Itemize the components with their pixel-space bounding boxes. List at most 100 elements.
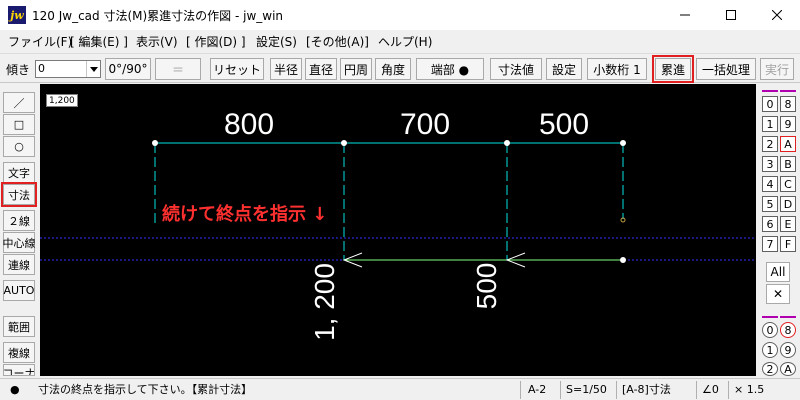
status-message: 寸法の終点を指示して下さい。【累計寸法】 [38, 383, 253, 396]
execute-button[interactable]: 実行 [760, 58, 794, 80]
menu-view[interactable]: 表示(V) [136, 33, 178, 50]
dim-point-1 [152, 140, 158, 146]
close-button[interactable] [754, 0, 800, 30]
layer-7[interactable]: 7 [762, 236, 778, 252]
dim-point-5 [620, 257, 626, 263]
status-layer[interactable]: [A-8]寸法 [622, 381, 671, 399]
angle-button[interactable]: 角度 [375, 58, 411, 80]
dim-text-700: 700 [400, 108, 450, 141]
double-line-tool[interactable]: ２線 [3, 210, 35, 231]
group-1[interactable]: 1 [762, 342, 778, 358]
status-separator [560, 381, 561, 399]
tilt-value: 0 [38, 62, 45, 75]
layer-indicator-left [762, 90, 778, 92]
layer-e[interactable]: E [780, 216, 796, 232]
chevron-down-icon [86, 61, 100, 77]
text-tool[interactable]: 文字 [3, 162, 35, 183]
status-zoom[interactable]: × 1.5 [734, 381, 764, 399]
menu-file[interactable]: ファイル(F) [8, 33, 72, 50]
corner-tool[interactable]: コーナ [3, 364, 35, 376]
layer-4[interactable]: 4 [762, 176, 778, 192]
dim-value-button[interactable]: 寸法値 [490, 58, 542, 80]
status-angle[interactable]: ∠0 [702, 381, 719, 399]
circle-tool[interactable]: ○ [3, 136, 35, 157]
dim-text-500-vertical: 500 [471, 263, 502, 310]
dim-point-4 [620, 140, 626, 146]
continuous-line-tool[interactable]: 連線 [3, 254, 35, 275]
layer-5[interactable]: 5 [762, 196, 778, 212]
batch-button[interactable]: 一括処理 [696, 58, 756, 80]
reset-button[interactable]: リセット [210, 58, 264, 80]
group-0[interactable]: 0 [762, 322, 778, 338]
minimize-button[interactable] [662, 0, 708, 30]
status-separator [520, 381, 521, 399]
title-bar: jw 120 Jw_cad 寸法(M)累進寸法の作図 - jw_win [0, 0, 800, 30]
status-paper[interactable]: A-2 [528, 381, 546, 399]
layer-6[interactable]: 6 [762, 216, 778, 232]
app-icon: jw [8, 6, 26, 24]
menu-help[interactable]: ヘルプ(H) [378, 33, 432, 50]
dimension-tool[interactable]: 寸法 [1, 182, 37, 207]
layer-c[interactable]: C [780, 176, 796, 192]
dim-text-800: 800 [224, 108, 274, 141]
copy-line-tool[interactable]: 複線 [3, 342, 35, 363]
all-layers-button[interactable]: All [766, 262, 790, 282]
menu-settings[interactable]: 設定(S) [256, 33, 297, 50]
layer-8[interactable]: 8 [780, 96, 796, 112]
status-dot-icon: ● [10, 383, 20, 396]
menu-other[interactable]: [その他(A)] [306, 33, 369, 50]
group-2[interactable]: 2 [762, 362, 778, 376]
layer-f[interactable]: F [780, 236, 796, 252]
toolbar: 傾き 0 0°/90° ＝ リセット 半径 直径 円周 角度 端部 ● 寸法値 … [0, 53, 800, 83]
layer-2[interactable]: 2 [762, 136, 778, 152]
dim-text-1200: 1, 200 [309, 263, 340, 341]
radius-button[interactable]: 半径 [270, 58, 302, 80]
status-separator [616, 381, 617, 399]
diameter-button[interactable]: 直径 [305, 58, 337, 80]
menu-draw[interactable]: [ 作図(D) ] [186, 33, 246, 50]
rectangle-tool[interactable]: □ [3, 114, 35, 135]
angle-toggle-button[interactable]: 0°/90° [105, 58, 151, 80]
status-bar: ● 寸法の終点を指示して下さい。【累計寸法】 A-2 S=1/50 [A-8]寸… [0, 378, 800, 400]
status-scale[interactable]: S=1/50 [566, 381, 607, 399]
group-indicator-right [780, 316, 796, 318]
auto-tool[interactable]: AUTO [3, 280, 35, 301]
layer-indicator-right [780, 90, 796, 92]
layer-9[interactable]: 9 [780, 116, 796, 132]
group-9[interactable]: 9 [780, 342, 796, 358]
endpoint-button[interactable]: 端部 ● [416, 58, 484, 80]
menu-edit[interactable]: [ 編集(E) ] [70, 33, 128, 50]
dim-point-2 [341, 140, 347, 146]
menu-bar: ファイル(F) [ 編集(E) ] 表示(V) [ 作図(D) ] 設定(S) … [0, 30, 800, 52]
close-icon [772, 10, 782, 20]
layer-d[interactable]: D [780, 196, 796, 212]
close-icon[interactable]: ✕ [766, 284, 790, 304]
line-tool[interactable]: ／ [3, 92, 35, 113]
cumulative-button[interactable]: 累進 [652, 55, 694, 83]
window-title: 120 Jw_cad 寸法(M)累進寸法の作図 - jw_win [32, 9, 284, 23]
group-indicator-left [762, 316, 778, 318]
layer-b[interactable]: B [780, 156, 796, 172]
centerline-tool[interactable]: 中心線 [3, 232, 36, 253]
tilt-label: 傾き [6, 63, 31, 77]
dim-text-500: 500 [539, 108, 589, 141]
layer-1[interactable]: 1 [762, 116, 778, 132]
decimal-button[interactable]: 小数桁 1 [587, 58, 647, 80]
group-a[interactable]: A [780, 362, 796, 376]
status-separator [696, 381, 697, 399]
layer-a[interactable]: A [780, 136, 796, 152]
dim-point-3 [504, 140, 510, 146]
drawing-canvas[interactable]: 1,200 800 700 500 1, 200 500 続けて終点を指示 ↓ [40, 84, 756, 376]
range-tool[interactable]: 範囲 [3, 316, 35, 337]
group-8[interactable]: 8 [780, 322, 796, 338]
settings-button[interactable]: 設定 [546, 58, 582, 80]
maximize-icon [726, 10, 736, 20]
circumference-button[interactable]: 円周 [340, 58, 372, 80]
tilt-select[interactable]: 0 [35, 60, 101, 78]
left-toolbar: ／ □ ○ 文字 寸法 ２線 中心線 連線 AUTO 範囲 複線 コーナ [0, 84, 40, 376]
status-separator [728, 381, 729, 399]
maximize-button[interactable] [708, 0, 754, 30]
layer-3[interactable]: 3 [762, 156, 778, 172]
layer-0[interactable]: 0 [762, 96, 778, 112]
equals-button[interactable]: ＝ [155, 58, 201, 80]
